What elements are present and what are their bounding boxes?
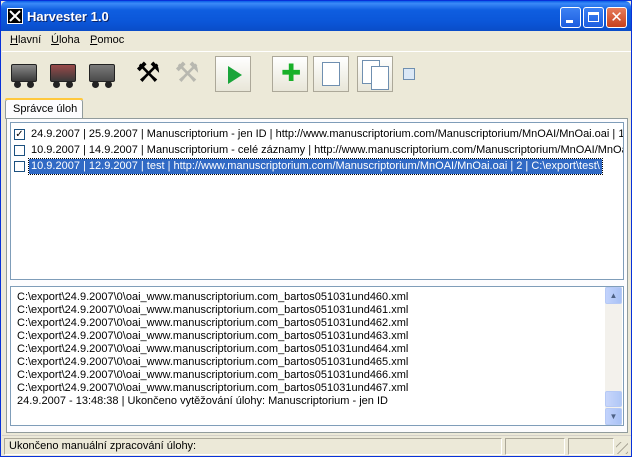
status-pane-3	[568, 438, 614, 455]
menu-uloha[interactable]: Úloha	[51, 34, 80, 46]
job-checkbox[interactable]	[14, 145, 25, 156]
chevron-up-icon: ▲	[609, 291, 618, 300]
scroll-thumb[interactable]	[605, 391, 622, 407]
tab-active-highlight	[5, 98, 83, 100]
pickaxe-disabled-icon: ⚒	[174, 57, 200, 88]
menu-hlavni[interactable]: Hlavní	[10, 34, 41, 46]
run-button[interactable]	[215, 56, 251, 92]
log-scrollbar[interactable]: ▲ ▼	[605, 287, 622, 425]
add-icon: ✚	[281, 60, 302, 87]
log-lines: C:\export\24.9.2007\0\oai_www.manuscript…	[17, 291, 602, 408]
status-bar: Ukončeno manuální zpracování úlohy:	[2, 435, 631, 456]
log-line: C:\export\24.9.2007\0\oai_www.manuscript…	[17, 330, 409, 342]
pickaxe-icon: ⚒	[135, 57, 161, 88]
scroll-down-button[interactable]: ▼	[605, 408, 622, 425]
pickaxe-disabled-button[interactable]: ⚒	[169, 56, 205, 92]
job-row[interactable]: ✓ 24.9.2007 | 25.9.2007 | Manuscriptoriu…	[11, 127, 624, 143]
log-line: C:\export\24.9.2007\0\oai_www.manuscript…	[17, 356, 409, 368]
job-row[interactable]: 10.9.2007 | 14.9.2007 | Manuscriptorium …	[11, 143, 624, 159]
log-line: C:\export\24.9.2007\0\oai_www.manuscript…	[17, 291, 409, 303]
app-icon	[7, 8, 23, 24]
menu-hlavni-rest: lavní	[17, 34, 42, 46]
log-line: C:\export\24.9.2007\0\oai_www.manuscript…	[17, 382, 409, 394]
mine-cart-red-button[interactable]	[45, 56, 81, 92]
status-message: Ukončeno manuální zpracování úlohy:	[4, 438, 502, 455]
toolbar: ⚒ ⚒ ✚	[2, 51, 631, 97]
menu-uloha-mnemonic: Ú	[51, 34, 59, 46]
job-list[interactable]: ✓ 24.9.2007 | 25.9.2007 | Manuscriptoriu…	[10, 122, 624, 280]
menu-pomoc-rest: omoc	[97, 34, 125, 46]
job-text: 10.9.2007 | 12.9.2007 | test | http://ww…	[28, 158, 603, 175]
minimize-button[interactable]	[560, 7, 581, 28]
tab-panel: ✓ 24.9.2007 | 25.9.2007 | Manuscriptoriu…	[6, 118, 628, 433]
job-text: 10.9.2007 | 14.9.2007 | Manuscriptorium …	[31, 144, 624, 156]
chevron-down-icon: ▼	[609, 412, 618, 421]
add-job-button[interactable]: ✚	[272, 56, 308, 92]
tab-job-manager[interactable]: Správce úloh	[5, 99, 83, 119]
new-document-button[interactable]	[313, 56, 349, 92]
job-checkbox[interactable]	[14, 161, 25, 172]
resize-grip[interactable]	[616, 442, 628, 454]
app-window: Harvester 1.0 ✕ Hlavní Úloha Pomoc ⚒ ⚒ ✚…	[0, 0, 632, 457]
mine-cart-grey-button[interactable]	[84, 56, 120, 92]
status-pane-2	[505, 438, 565, 455]
maximize-icon	[588, 12, 599, 22]
log-line: C:\export\24.9.2007\0\oai_www.manuscript…	[17, 304, 409, 316]
mine-cart-button[interactable]	[6, 56, 42, 92]
log-line: C:\export\24.9.2007\0\oai_www.manuscript…	[17, 343, 409, 355]
job-row-selected[interactable]: 10.9.2007 | 12.9.2007 | test | http://ww…	[11, 158, 623, 175]
menu-bar: Hlavní Úloha Pomoc	[2, 31, 631, 50]
menu-pomoc[interactable]: Pomoc	[90, 34, 124, 46]
scroll-up-button[interactable]: ▲	[605, 287, 622, 304]
close-icon: ✕	[610, 9, 623, 26]
new-document-icon	[322, 62, 340, 86]
small-find-icon[interactable]	[403, 68, 415, 80]
play-icon	[228, 66, 242, 84]
menu-uloha-rest: loha	[58, 34, 80, 46]
menu-hlavni-mnemonic: H	[10, 34, 18, 46]
title-bar[interactable]: Harvester 1.0 ✕	[1, 1, 631, 31]
copy-document-button[interactable]	[357, 56, 393, 92]
maximize-button[interactable]	[583, 7, 604, 28]
minimize-icon	[566, 20, 573, 23]
job-checkbox[interactable]: ✓	[14, 129, 25, 140]
log-output[interactable]: C:\export\24.9.2007\0\oai_www.manuscript…	[10, 286, 624, 426]
pickaxe-button[interactable]: ⚒	[130, 56, 166, 92]
job-text: 24.9.2007 | 25.9.2007 | Manuscriptorium …	[31, 128, 624, 140]
window-title: Harvester 1.0	[27, 9, 109, 24]
log-line: C:\export\24.9.2007\0\oai_www.manuscript…	[17, 369, 409, 381]
log-line: 24.9.2007 - 13:48:38 | Ukončeno vytěžová…	[17, 395, 388, 407]
log-line: C:\export\24.9.2007\0\oai_www.manuscript…	[17, 317, 409, 329]
panel-splitter[interactable]	[10, 281, 624, 285]
close-button[interactable]: ✕	[606, 7, 627, 28]
